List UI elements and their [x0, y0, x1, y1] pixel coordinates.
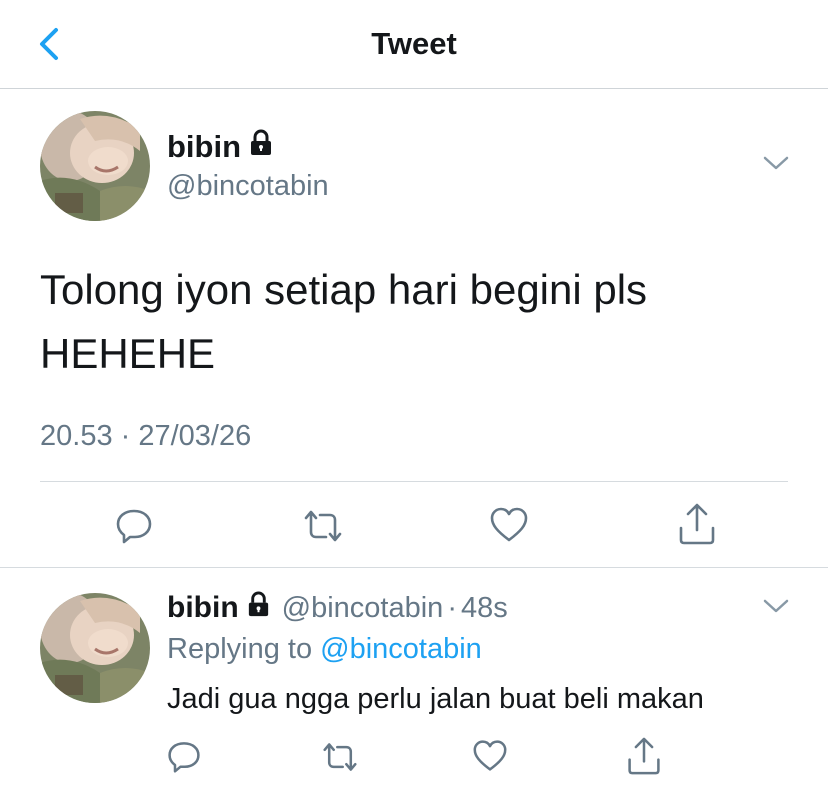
tweet-timestamp[interactable]: 20.53 · 27/03/26 — [40, 420, 251, 453]
chevron-down-icon — [763, 156, 789, 170]
author-handle[interactable]: @bincotabin — [282, 592, 444, 625]
reply-button[interactable] — [166, 738, 202, 779]
replying-to-mention[interactable]: @bincotabin — [320, 633, 482, 665]
avatar-image — [40, 111, 150, 221]
retweet-button[interactable] — [319, 739, 361, 780]
meta-separator: · — [447, 591, 457, 624]
reply-icon — [168, 742, 200, 773]
reply-text: Jadi gua ngga perlu jalan buat beli maka… — [167, 683, 704, 715]
avatar[interactable] — [40, 593, 150, 703]
retweet-icon — [304, 510, 342, 542]
lock-icon — [245, 590, 272, 626]
share-button[interactable] — [626, 736, 662, 781]
reply-button[interactable] — [114, 505, 154, 550]
author-handle[interactable]: @bincotabin — [167, 170, 329, 203]
avatar-image — [40, 593, 150, 703]
like-icon — [473, 740, 507, 771]
lock-icon — [247, 129, 275, 165]
author-display-name[interactable]: bibin — [167, 591, 239, 625]
chevron-down-icon — [763, 599, 789, 613]
retweet-icon — [323, 743, 357, 771]
like-button[interactable] — [489, 506, 529, 549]
share-button[interactable] — [677, 502, 717, 551]
author-display-name[interactable]: bibin — [167, 129, 241, 165]
reply-author-row[interactable]: bibin @bincotabin · 48s — [167, 590, 508, 626]
reply-icon — [116, 509, 152, 544]
section-divider — [0, 567, 828, 568]
replying-to-label: Replying to — [167, 633, 321, 665]
tweet-text: Tolong iyon setiap hari begini pls HEHEH… — [40, 266, 648, 377]
like-button[interactable] — [472, 739, 508, 778]
author-name-row[interactable]: bibin — [167, 129, 275, 165]
tweet-menu-button[interactable] — [762, 153, 790, 178]
replying-to-line: Replying to @bincotabin — [167, 633, 482, 666]
reply-time[interactable]: 48s — [461, 592, 508, 625]
divider — [40, 481, 788, 482]
tweet-menu-button[interactable] — [762, 596, 790, 621]
page-title: Tweet — [371, 26, 457, 61]
retweet-button[interactable] — [300, 506, 346, 551]
like-icon — [490, 507, 528, 542]
share-icon — [628, 737, 660, 775]
avatar[interactable] — [40, 111, 150, 221]
top-navigation-bar: Tweet — [0, 0, 828, 89]
share-icon — [679, 503, 715, 545]
